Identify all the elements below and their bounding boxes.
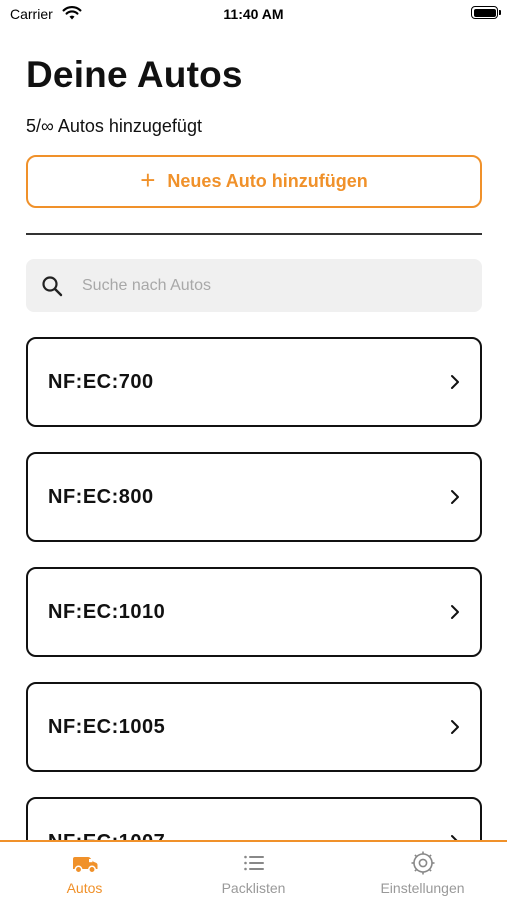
car-list-item[interactable]: NF:EC:1007: [26, 797, 482, 840]
search-input[interactable]: [80, 275, 444, 296]
car-list-item[interactable]: NF:EC:1010: [26, 567, 482, 657]
car-label: NF:EC:1005: [48, 715, 166, 738]
car-label: NF:EC:1007: [48, 831, 165, 841]
car-list-item[interactable]: NF:EC:700: [26, 337, 482, 427]
chevron-right-icon: [451, 720, 459, 734]
car-count-label: 5/∞ Autos hinzugefügt: [26, 116, 202, 136]
clock: 11:40 AM: [223, 6, 284, 22]
tab-packlisten-label: Packlisten: [221, 880, 286, 896]
tab-einstellungen[interactable]: Einstellungen: [338, 842, 507, 900]
page-title: Deine Autos: [26, 54, 243, 95]
car-list: NF:EC:700 NF:EC:800 NF:EC:1010 NF:EC:100…: [26, 337, 482, 840]
car-label: NF:EC:1010: [48, 600, 166, 623]
van-icon: [72, 857, 97, 874]
car-list-item[interactable]: NF:EC:800: [26, 452, 482, 542]
search-icon: [42, 275, 63, 296]
tab-autos-label: Autos: [66, 880, 103, 896]
gear-icon: [411, 851, 434, 875]
divider: [26, 233, 482, 235]
list-icon: [243, 855, 264, 871]
add-car-button[interactable]: + Neues Auto hinzufügen: [26, 155, 482, 208]
chevron-right-icon: [451, 375, 459, 389]
car-list-item[interactable]: NF:EC:1005: [26, 682, 482, 772]
tab-bar: Autos Packlisten Einstellungen: [0, 840, 507, 900]
tab-packlisten[interactable]: Packlisten: [169, 842, 338, 900]
status-bar: Carrier 11:40 AM: [0, 0, 507, 30]
chevron-right-icon: [451, 605, 459, 619]
plus-icon: +: [140, 165, 156, 195]
search-bar[interactable]: [26, 259, 482, 312]
tab-autos[interactable]: Autos: [0, 842, 169, 900]
chevron-right-icon: [451, 490, 459, 504]
car-label: NF:EC:800: [48, 485, 154, 508]
add-car-button-label: Neues Auto hinzufügen: [167, 171, 368, 191]
car-label: NF:EC:700: [48, 370, 154, 393]
battery-icon: [471, 6, 501, 19]
tab-einstellungen-label: Einstellungen: [380, 880, 465, 896]
